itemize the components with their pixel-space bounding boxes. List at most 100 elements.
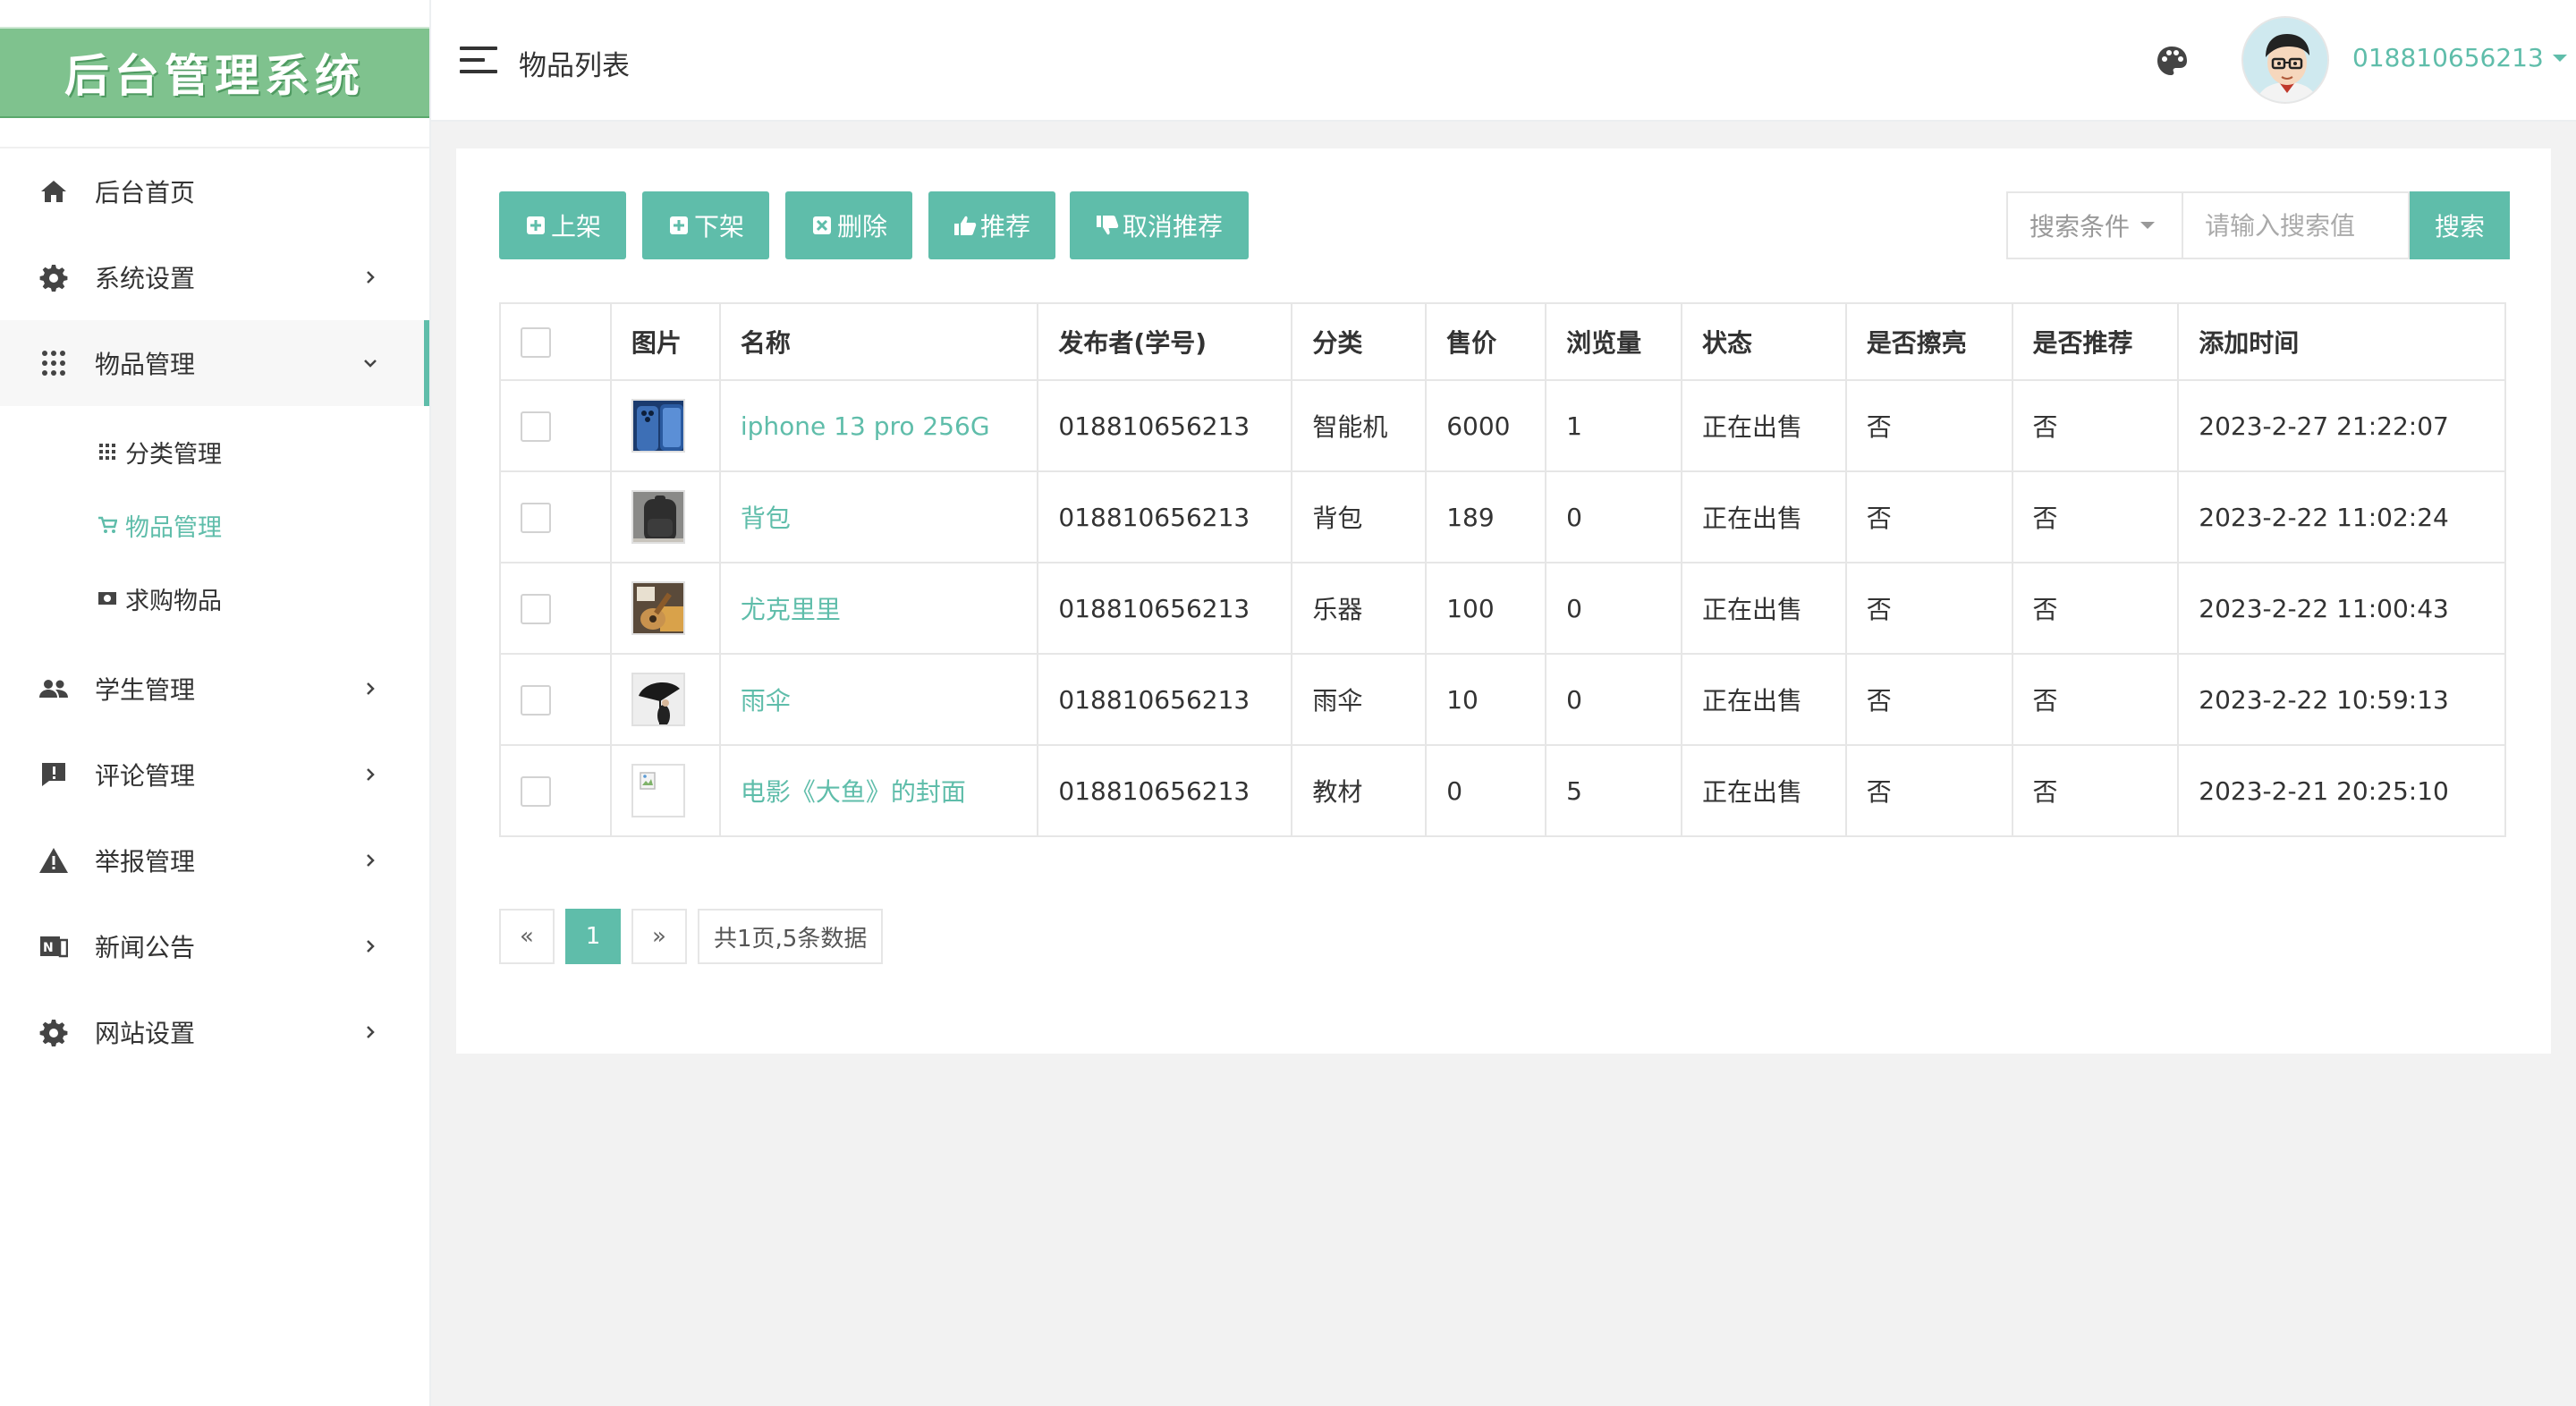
comment-icon: [36, 757, 72, 792]
select-all-checkbox[interactable]: [521, 326, 551, 358]
sidebar-item-students[interactable]: 学生管理: [0, 646, 429, 732]
recommended-cell: 否: [2011, 379, 2180, 472]
shelve-button[interactable]: 上架: [499, 191, 626, 259]
cart-icon: [97, 514, 118, 536]
recommend-button[interactable]: 推荐: [928, 191, 1055, 259]
delete-button[interactable]: 删除: [785, 191, 912, 259]
product-name-link[interactable]: 电影《大鱼》的封面: [741, 777, 966, 807]
name-cell[interactable]: 电影《大鱼》的封面: [718, 744, 1039, 837]
polished-cell: 否: [1844, 744, 2013, 837]
header-checkbox-cell: [499, 302, 612, 381]
unshelve-button[interactable]: 下架: [642, 191, 769, 259]
product-thumbnail-ukulele[interactable]: [631, 581, 685, 635]
top-header: 物品列表 018810656213: [431, 0, 2576, 122]
page-button-current[interactable]: 1: [565, 909, 621, 964]
publisher-cell: 018810656213: [1037, 470, 1293, 563]
sidebar-subitem-label: 分类管理: [125, 440, 222, 469]
search-bar: 搜索条件 搜索: [2006, 191, 2510, 259]
thumb-cell: [609, 744, 721, 837]
views-cell: 0: [1545, 653, 1682, 746]
product-name-link[interactable]: 背包: [741, 504, 791, 533]
recommended-cell: 否: [2011, 470, 2180, 563]
money-icon: [97, 588, 118, 609]
chevron-right-icon: [361, 851, 379, 869]
sidebar-item-home[interactable]: 后台首页: [0, 148, 429, 234]
thumb-cell: [609, 379, 721, 472]
shelve-label: 上架: [550, 212, 601, 241]
product-thumbnail-backpack[interactable]: [631, 490, 685, 544]
name-cell[interactable]: 雨伞: [718, 653, 1039, 746]
chevron-right-icon: [361, 937, 379, 955]
plus-square-icon: [667, 214, 691, 237]
views-cell: 0: [1545, 470, 1682, 563]
price-cell: 6000: [1425, 379, 1547, 472]
palette-icon[interactable]: [2154, 43, 2190, 79]
row-checkbox[interactable]: [521, 502, 551, 533]
sidebar-subitem-goods[interactable]: 物品管理: [0, 488, 429, 562]
status-cell: 正在出售: [1680, 653, 1847, 746]
sidebar-subitem-wanted[interactable]: 求购物品: [0, 562, 429, 635]
pagination: « 1 » 共1页,5条数据: [499, 909, 894, 964]
search-button[interactable]: 搜索: [2410, 191, 2510, 259]
recommended-cell: 否: [2011, 653, 2180, 746]
table-header-row: 图片 名称 发布者(学号) 分类 售价 浏览量 状态 是否擦亮 是否推荐 添加时…: [499, 302, 2506, 381]
category-cell: 智能机: [1291, 379, 1428, 472]
sidebar-item-system-settings[interactable]: 系统设置: [0, 234, 429, 320]
sidebar-subitem-category[interactable]: 分类管理: [0, 415, 429, 488]
row-checkbox[interactable]: [521, 684, 551, 716]
logo[interactable]: 后台管理系统: [0, 27, 429, 118]
recommended-cell: 否: [2011, 744, 2180, 837]
search-select-label: 搜索条件: [2029, 212, 2131, 241]
status-cell: 正在出售: [1680, 562, 1847, 655]
sidebar-item-comments[interactable]: 评论管理: [0, 732, 429, 817]
pagination-total: 共1页,5条数据: [698, 909, 884, 964]
product-name-link[interactable]: 雨伞: [741, 686, 791, 716]
sidebar-item-reports[interactable]: 举报管理: [0, 817, 429, 903]
name-cell[interactable]: 背包: [718, 470, 1039, 563]
product-name-link[interactable]: 尤克里里: [741, 595, 841, 624]
time-cell: 2023-2-22 11:00:43: [2177, 562, 2506, 655]
time-cell: 2023-2-22 11:02:24: [2177, 470, 2506, 563]
menu-toggle-icon[interactable]: [460, 47, 497, 73]
caret-down-icon: [2552, 54, 2567, 62]
user-menu[interactable]: 018810656213: [2352, 43, 2567, 72]
broken-image-icon[interactable]: [631, 764, 685, 817]
category-cell: 背包: [1291, 470, 1428, 563]
name-cell[interactable]: iphone 13 pro 256G: [718, 379, 1039, 472]
product-thumbnail-umbrella[interactable]: [631, 673, 685, 726]
column-header: 名称: [718, 302, 1039, 381]
table-row: 雨伞 018810656213 雨伞 10 0 正在出售 否 否 2023-2-…: [499, 653, 2506, 746]
username-label: 018810656213: [2352, 43, 2544, 72]
next-page-button[interactable]: »: [631, 909, 687, 964]
chevron-right-icon: [361, 1023, 379, 1041]
sidebar-item-goods-management[interactable]: 物品管理: [0, 320, 429, 406]
thumbs-down-icon: [1096, 214, 1119, 237]
polished-cell: 否: [1844, 470, 2013, 563]
column-header: 发布者(学号): [1037, 302, 1293, 381]
row-checkbox[interactable]: [521, 775, 551, 807]
unrecommend-button[interactable]: 取消推荐: [1070, 191, 1249, 259]
sidebar-subitem-label: 求购物品: [125, 587, 222, 615]
chevron-down-icon: [361, 354, 379, 372]
prev-page-button[interactable]: «: [499, 909, 555, 964]
name-cell[interactable]: 尤克里里: [718, 562, 1039, 655]
checkbox-cell: [499, 653, 612, 746]
caret-down-icon: [2140, 222, 2156, 229]
thumb-cell: [609, 470, 721, 563]
sidebar-item-news[interactable]: N 新闻公告: [0, 903, 429, 989]
search-input[interactable]: [2182, 191, 2410, 259]
grid-small-icon: [97, 441, 118, 462]
row-checkbox[interactable]: [521, 411, 551, 442]
news-icon: N: [36, 928, 72, 964]
product-name-link[interactable]: iphone 13 pro 256G: [741, 411, 990, 441]
users-icon: [36, 671, 72, 707]
sidebar-item-site-settings[interactable]: 网站设置: [0, 989, 429, 1075]
product-thumbnail-phone[interactable]: [631, 399, 685, 453]
warning-icon: [36, 843, 72, 878]
column-header: 是否擦亮: [1844, 302, 2013, 381]
row-checkbox[interactable]: [521, 593, 551, 624]
search-condition-select[interactable]: 搜索条件: [2006, 191, 2182, 259]
avatar[interactable]: [2241, 16, 2329, 104]
column-header: 图片: [609, 302, 721, 381]
time-cell: 2023-2-21 20:25:10: [2177, 744, 2506, 837]
